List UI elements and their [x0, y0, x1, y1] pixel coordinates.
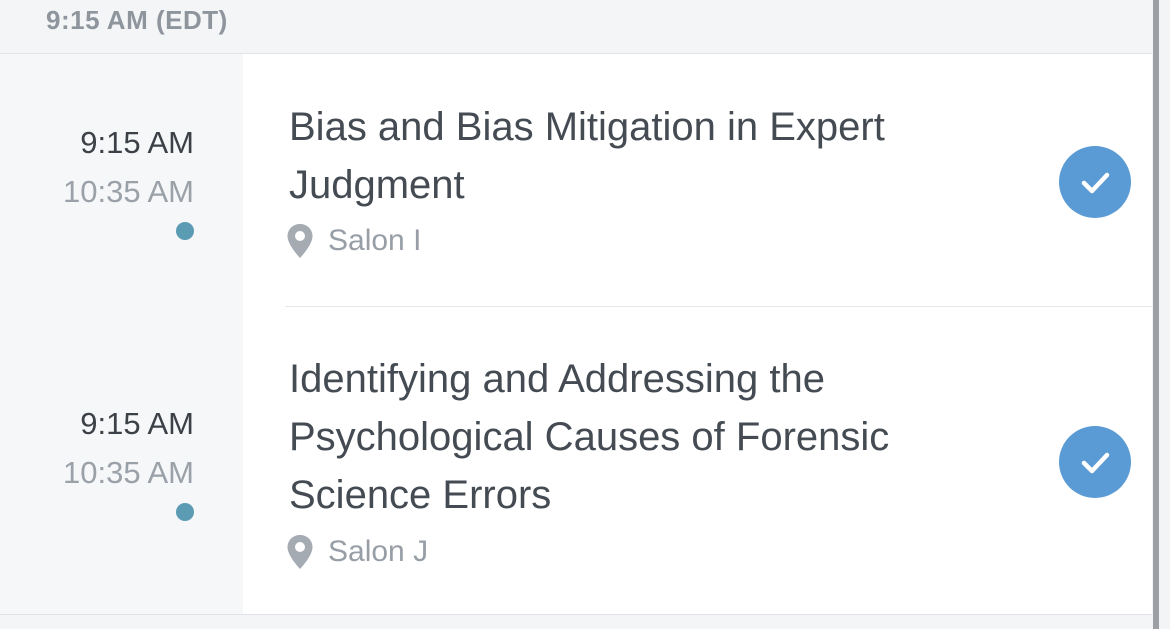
session-title-line: Psychological Causes of Forensic	[289, 415, 890, 459]
session-end-time: 10:35 AM	[63, 455, 194, 490]
session-start-time: 9:15 AM	[80, 406, 194, 441]
added-to-schedule-button[interactable]	[1059, 426, 1131, 498]
session-row[interactable]: 9:15 AM 10:35 AM Bias and Bias Mitigatio…	[0, 0, 1152, 306]
session-status-dot	[176, 503, 194, 521]
session-title-line: Science Errors	[289, 473, 552, 517]
session-location: Salon I	[286, 221, 421, 261]
session-title[interactable]: Identifying and Addressing the Psycholog…	[289, 350, 1029, 524]
checkmark-icon	[1081, 172, 1110, 194]
session-title-line: Judgment	[289, 163, 465, 207]
map-pin-icon	[286, 223, 314, 259]
session-location: Salon J	[286, 532, 428, 572]
session-end-time: 10:35 AM	[63, 174, 194, 209]
session-status-dot	[176, 222, 194, 240]
map-pin-icon	[286, 534, 314, 570]
session-row[interactable]: 9:15 AM 10:35 AM Identifying and Address…	[0, 307, 1152, 615]
session-title-line: Bias and Bias Mitigation in Expert	[289, 105, 885, 149]
session-location-label: Salon I	[328, 224, 422, 257]
added-to-schedule-button[interactable]	[1059, 146, 1131, 218]
scrollbar-thumb[interactable]	[1153, 0, 1159, 629]
session-location-label: Salon J	[328, 535, 429, 568]
session-title-line: Identifying and Addressing the	[289, 357, 825, 401]
session-title[interactable]: Bias and Bias Mitigation in Expert Judgm…	[289, 98, 1029, 214]
session-start-time: 9:15 AM	[80, 125, 194, 160]
next-section-header	[0, 614, 1152, 629]
checkmark-icon	[1081, 452, 1110, 474]
